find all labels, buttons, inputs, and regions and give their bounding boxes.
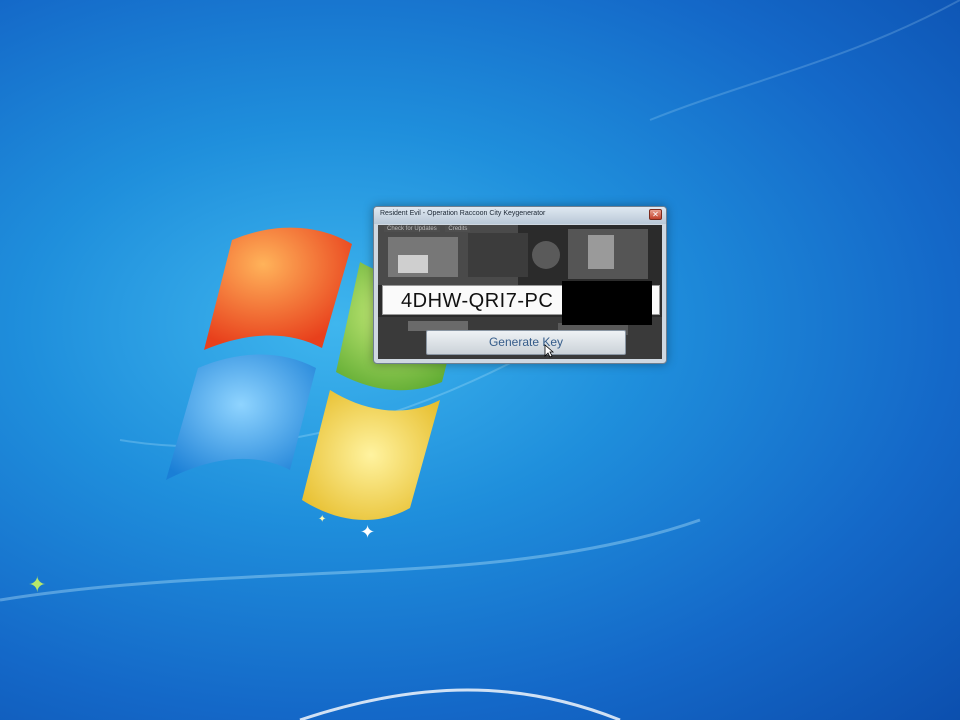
keygen-window[interactable]: Resident Evil - Operation Raccoon City K… [373, 206, 667, 364]
window-titlebar[interactable]: Resident Evil - Operation Raccoon City K… [374, 207, 666, 224]
generate-key-button[interactable]: Generate Key [426, 330, 626, 358]
keygen-body: Check for Updates Credits 4DHW-QRI7-PC G… [378, 225, 662, 359]
mouse-cursor-icon [544, 344, 554, 358]
logo-red-pane [204, 227, 352, 350]
close-icon: ✕ [652, 210, 659, 219]
svg-text:✦: ✦ [28, 573, 46, 598]
serial-key-field[interactable]: 4DHW-QRI7-PC [382, 281, 660, 325]
tab-credits[interactable]: Credits [445, 226, 471, 232]
logo-blue-pane [166, 354, 316, 480]
serial-key-value: 4DHW-QRI7-PC [401, 290, 554, 312]
logo-yellow-pane [302, 390, 440, 520]
tab-check-updates[interactable]: Check for Updates [384, 226, 440, 232]
tab-bar: Check for Updates Credits [384, 226, 474, 235]
redaction-box [562, 281, 652, 325]
svg-text:✦: ✦ [360, 522, 375, 543]
close-button[interactable]: ✕ [649, 209, 662, 220]
window-title: Resident Evil - Operation Raccoon City K… [380, 210, 546, 217]
svg-text:✦: ✦ [318, 514, 326, 525]
